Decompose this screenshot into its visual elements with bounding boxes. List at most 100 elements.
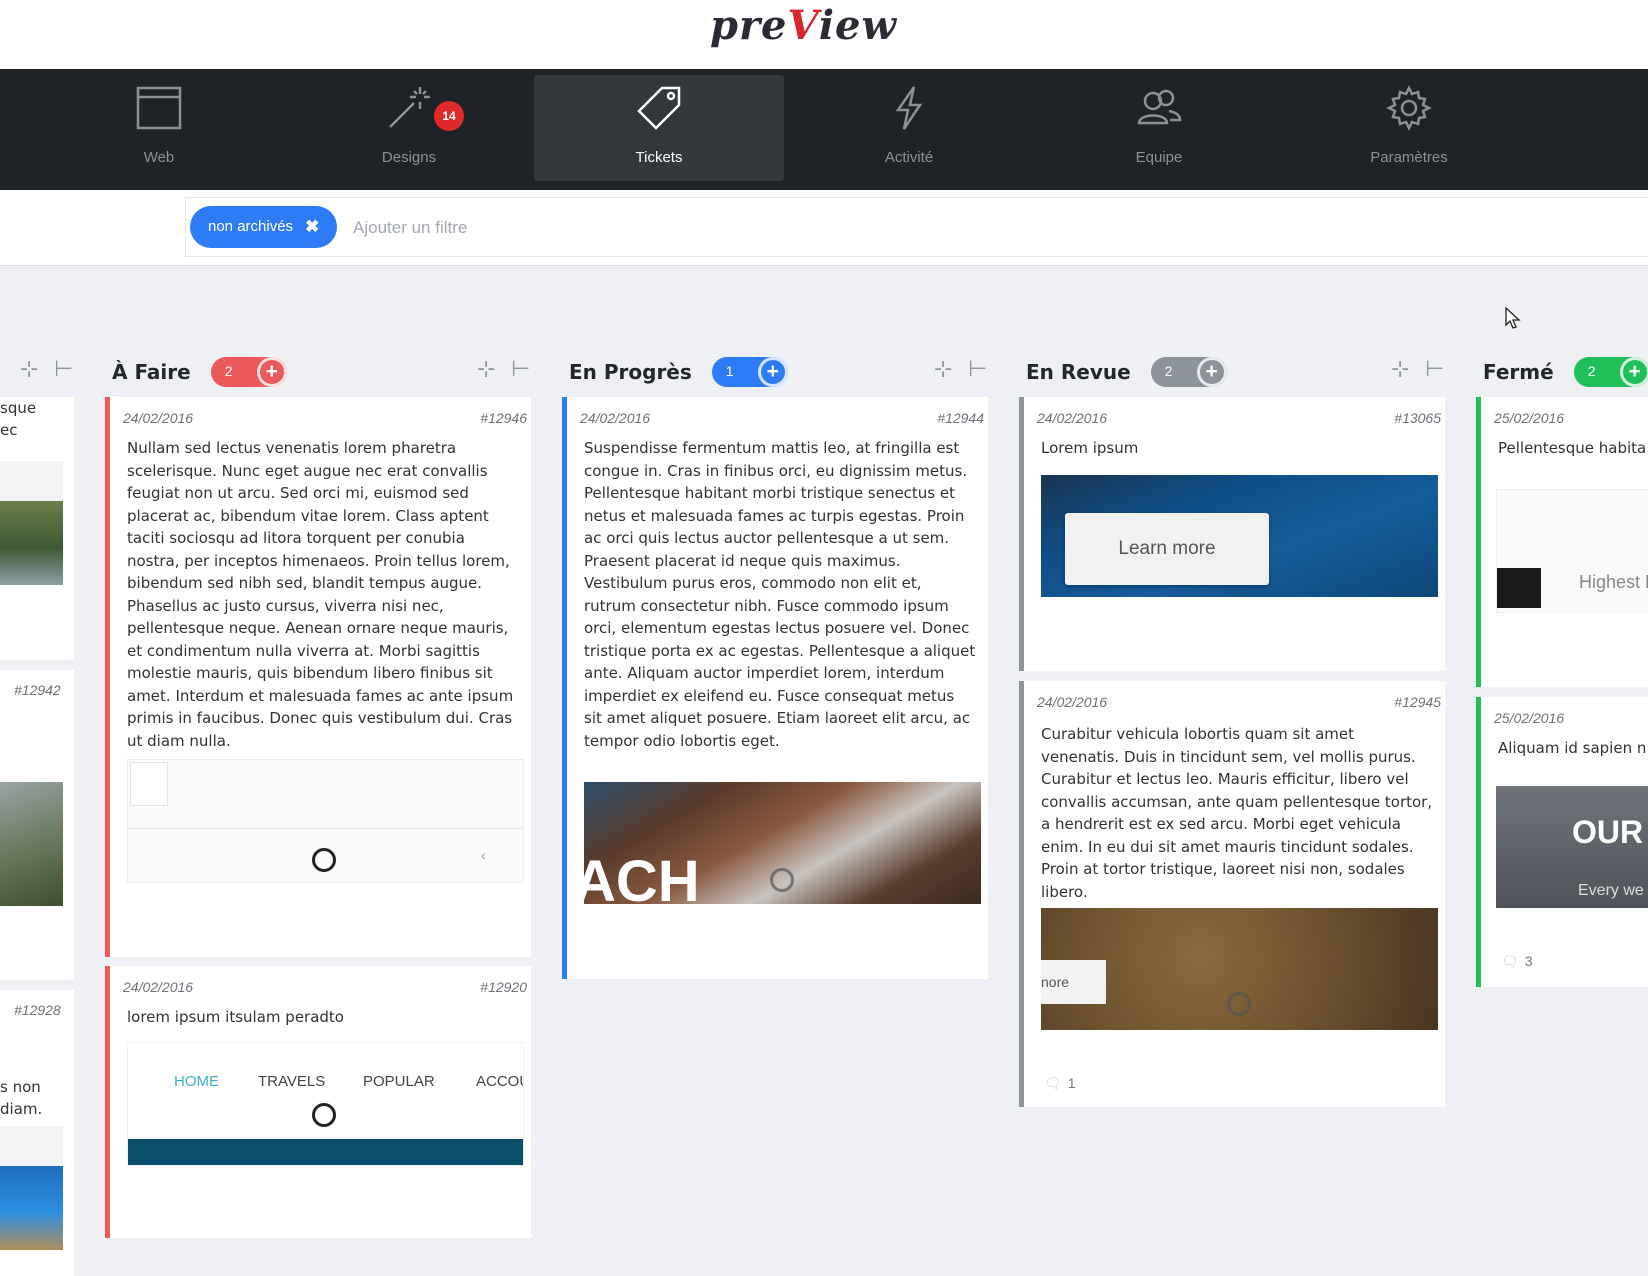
card-text: Pellentesque habita netus et malesuada — [1498, 439, 1648, 457]
nav-activite[interactable]: Activité — [784, 75, 1034, 181]
collapse-icon[interactable]: ⊢ — [968, 357, 987, 382]
loading-spinner-icon — [312, 848, 336, 872]
app-logo[interactable]: preView — [710, 2, 897, 49]
column-count: 2 — [224, 363, 233, 379]
card-date: 24/02/2016 — [1037, 410, 1108, 426]
ticket-card[interactable]: 25/02/2016 Aliquam id sapien n in elit s… — [1476, 697, 1648, 987]
logo-bar: preView — [0, 0, 1648, 69]
card-thumbnail — [0, 782, 63, 906]
compress-icon[interactable]: ⊹ — [934, 357, 952, 382]
close-icon[interactable]: ✖ — [305, 206, 319, 248]
column-count-badge: 2 + — [1573, 357, 1648, 387]
filter-chip-non-archives[interactable]: non archivés ✖ — [190, 206, 338, 248]
add-ticket-button[interactable]: + — [256, 357, 287, 387]
thumbnail-dropdown — [130, 762, 168, 806]
card-id: #12942 — [14, 682, 61, 698]
card-id: #12946 — [480, 410, 527, 426]
designs-count-badge: 14 — [434, 101, 464, 131]
card-text: Curabitur vehicula lobortis quam sit ame… — [1041, 725, 1433, 901]
loading-spinner-icon — [770, 868, 794, 892]
collapse-icon[interactable]: ⊢ — [54, 357, 73, 382]
card-text: sque — [0, 399, 37, 417]
collapse-icon[interactable]: ⊢ — [511, 357, 530, 382]
column-header: Fermé 2 + — [1483, 355, 1648, 389]
card-date: 24/02/2016 — [123, 979, 194, 995]
card-text: diam. — [0, 1100, 43, 1118]
nav-label: Web — [143, 149, 175, 166]
card-date: 25/02/2016 — [1494, 410, 1565, 426]
card-id: #12928 — [14, 1002, 61, 1018]
ticket-card[interactable]: 24/02/2016 #12945 Curabitur vehicula lob… — [1019, 681, 1445, 1107]
card-thumbnail: Highest H — [1496, 489, 1648, 613]
nav-label: Designs — [381, 149, 437, 166]
thumbnail-text: Highest H — [1579, 572, 1648, 592]
card-thumbnail: OUR I Every we — [1496, 786, 1648, 908]
card-text: Nullam sed lectus venenatis lorem pharet… — [127, 439, 514, 750]
ticket-card-partial[interactable]: sque ec — [0, 397, 74, 660]
users-icon — [1136, 85, 1182, 135]
column-header: À Faire 2 + — [112, 355, 287, 389]
nav-label: Equipe — [1135, 149, 1183, 166]
add-ticket-button[interactable]: + — [757, 357, 788, 387]
ticket-card[interactable]: 25/02/2016 Pellentesque habita netus et … — [1476, 397, 1648, 687]
nav-parametres[interactable]: Paramètres — [1284, 75, 1534, 181]
nav-equipe[interactable]: Equipe — [1034, 75, 1284, 181]
column-header: En Progrès 1 + — [569, 355, 788, 389]
column-title: À Faire — [112, 360, 191, 384]
column-count: 2 — [1587, 363, 1596, 379]
card-id: #12944 — [937, 410, 984, 426]
ticket-card[interactable]: 24/02/2016 #12946 Nullam sed lectus vene… — [105, 397, 531, 957]
comment-count-value: 1 — [1067, 1075, 1076, 1091]
card-date: 24/02/2016 — [1037, 694, 1108, 710]
card-thumbnail: HOME TRAVELS POPULAR ACCOU — [127, 1042, 524, 1166]
ticket-card-partial[interactable]: #12942 — [0, 670, 74, 980]
column-title: En Revue — [1026, 360, 1131, 384]
thumbnail-button: nore — [1041, 960, 1106, 1004]
ticket-card[interactable]: 24/02/2016 #12920 lorem ipsum itsulam pe… — [105, 966, 531, 1238]
logo-part: iew — [818, 2, 897, 49]
card-text: s non — [0, 1078, 41, 1096]
filter-input-placeholder[interactable]: Ajouter un filtre — [353, 218, 467, 238]
loading-spinner-icon — [312, 1103, 336, 1127]
add-ticket-button[interactable]: + — [1619, 357, 1648, 387]
magic-wand-icon — [386, 85, 432, 135]
nav-label: Activité — [884, 149, 934, 166]
column-count-badge: 2 + — [210, 357, 287, 387]
card-thumbnail: Learn more — [1041, 475, 1438, 597]
gear-icon — [1386, 85, 1432, 135]
ticket-card[interactable]: 24/02/2016 #12944 Suspendisse fermentum … — [562, 397, 988, 979]
card-thumbnail — [0, 1126, 63, 1250]
thumbnail-heading: ACH — [584, 849, 700, 904]
collapse-icon[interactable]: ⊢ — [1425, 357, 1444, 382]
compress-icon[interactable]: ⊹ — [477, 357, 495, 382]
ticket-card[interactable]: 24/02/2016 #13065 Lorem ipsum Learn more — [1019, 397, 1445, 671]
compress-icon[interactable]: ⊹ — [20, 357, 38, 382]
nav-web[interactable]: Web — [34, 75, 284, 181]
thumbnail-nav-item: TRAVELS — [258, 1073, 326, 1090]
logo-part: pre — [710, 2, 788, 49]
chevron-left-icon: ‹ — [480, 846, 487, 865]
thumbnail-subheading: Every we — [1578, 882, 1644, 899]
loading-spinner-icon — [1227, 992, 1251, 1016]
card-id: #12920 — [480, 979, 527, 995]
card-text: ec — [0, 421, 18, 439]
ticket-card-partial[interactable]: #12928 s non diam. — [0, 990, 74, 1276]
compress-icon[interactable]: ⊹ — [1391, 357, 1409, 382]
filter-input-box[interactable]: non archivés ✖ Ajouter un filtre — [185, 197, 1648, 257]
card-thumbnail: ACH — [584, 782, 981, 904]
card-date: 24/02/2016 — [580, 410, 651, 426]
thumbnail-heading: OUR I — [1572, 814, 1648, 850]
card-id: #12945 — [1394, 694, 1441, 710]
card-date: 25/02/2016 — [1494, 710, 1565, 726]
add-ticket-button[interactable]: + — [1196, 357, 1227, 387]
thumbnail-nav-item: HOME — [174, 1073, 219, 1090]
main-nav: Web 14 Designs Tickets Activité Equipe P… — [0, 69, 1648, 190]
nav-designs[interactable]: 14 Designs — [284, 75, 534, 181]
card-text: Lorem ipsum — [1041, 439, 1139, 457]
nav-tickets[interactable]: Tickets — [534, 75, 784, 181]
column-header: En Revue 2 + — [1026, 355, 1227, 389]
column-title: Fermé — [1483, 360, 1554, 384]
comment-count-value: 3 — [1524, 953, 1533, 969]
comment-count: 🗨 3 — [1501, 953, 1533, 970]
comment-icon: 🗨 — [1501, 953, 1519, 969]
